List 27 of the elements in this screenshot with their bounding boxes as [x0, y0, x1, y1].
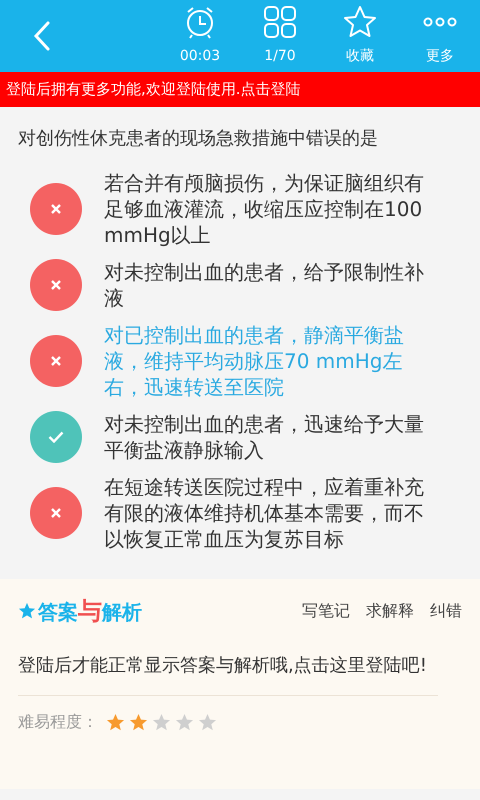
star-icon [175, 712, 194, 732]
login-message[interactable]: 登陆后才能正常显示答案与解析哦,点击这里登陆吧! [18, 649, 438, 696]
grid-icon [262, 4, 298, 40]
cross-icon [30, 487, 82, 539]
action-link[interactable]: 纠错 [414, 599, 462, 623]
difficulty-label: 难易程度： [18, 711, 98, 733]
answer-option[interactable]: 在短途转送医院过程中，应着重补充有限的液体维持机体基本需要，而不以恢复正常血压为复苏目标 [0, 468, 480, 557]
action-link[interactable]: 写笔记 [286, 599, 350, 623]
star-icon [129, 712, 148, 732]
login-banner[interactable]: 登陆后拥有更多功能,欢迎登陆使用.点击登陆 [0, 72, 480, 107]
star-icon [106, 712, 125, 732]
star-icon [152, 712, 171, 732]
section-heading: 答案与解析 [38, 596, 142, 627]
cross-icon [30, 335, 82, 387]
action-link[interactable]: 求解释 [350, 599, 414, 623]
answer-option[interactable]: 对未控制出血的患者，给予限制性补液 [0, 253, 480, 316]
back-icon [32, 20, 52, 52]
check-icon [30, 411, 82, 463]
more-icon [422, 17, 458, 27]
cross-icon [30, 259, 82, 311]
answer-option[interactable]: 对未控制出血的患者，迅速给予大量平衡盐液静脉输入 [0, 405, 480, 468]
star-icon [18, 602, 36, 620]
star-icon [342, 4, 378, 40]
answer-option[interactable]: 若合并有颅脑损伤，为保证脑组织有足够血液灌流，收缩压应控制在100 mmHg以上 [0, 164, 480, 253]
question-text: 对创伤性休克患者的现场急救措施中错误的是 [17, 127, 379, 151]
star-icon [198, 712, 217, 732]
cross-icon [30, 183, 82, 235]
